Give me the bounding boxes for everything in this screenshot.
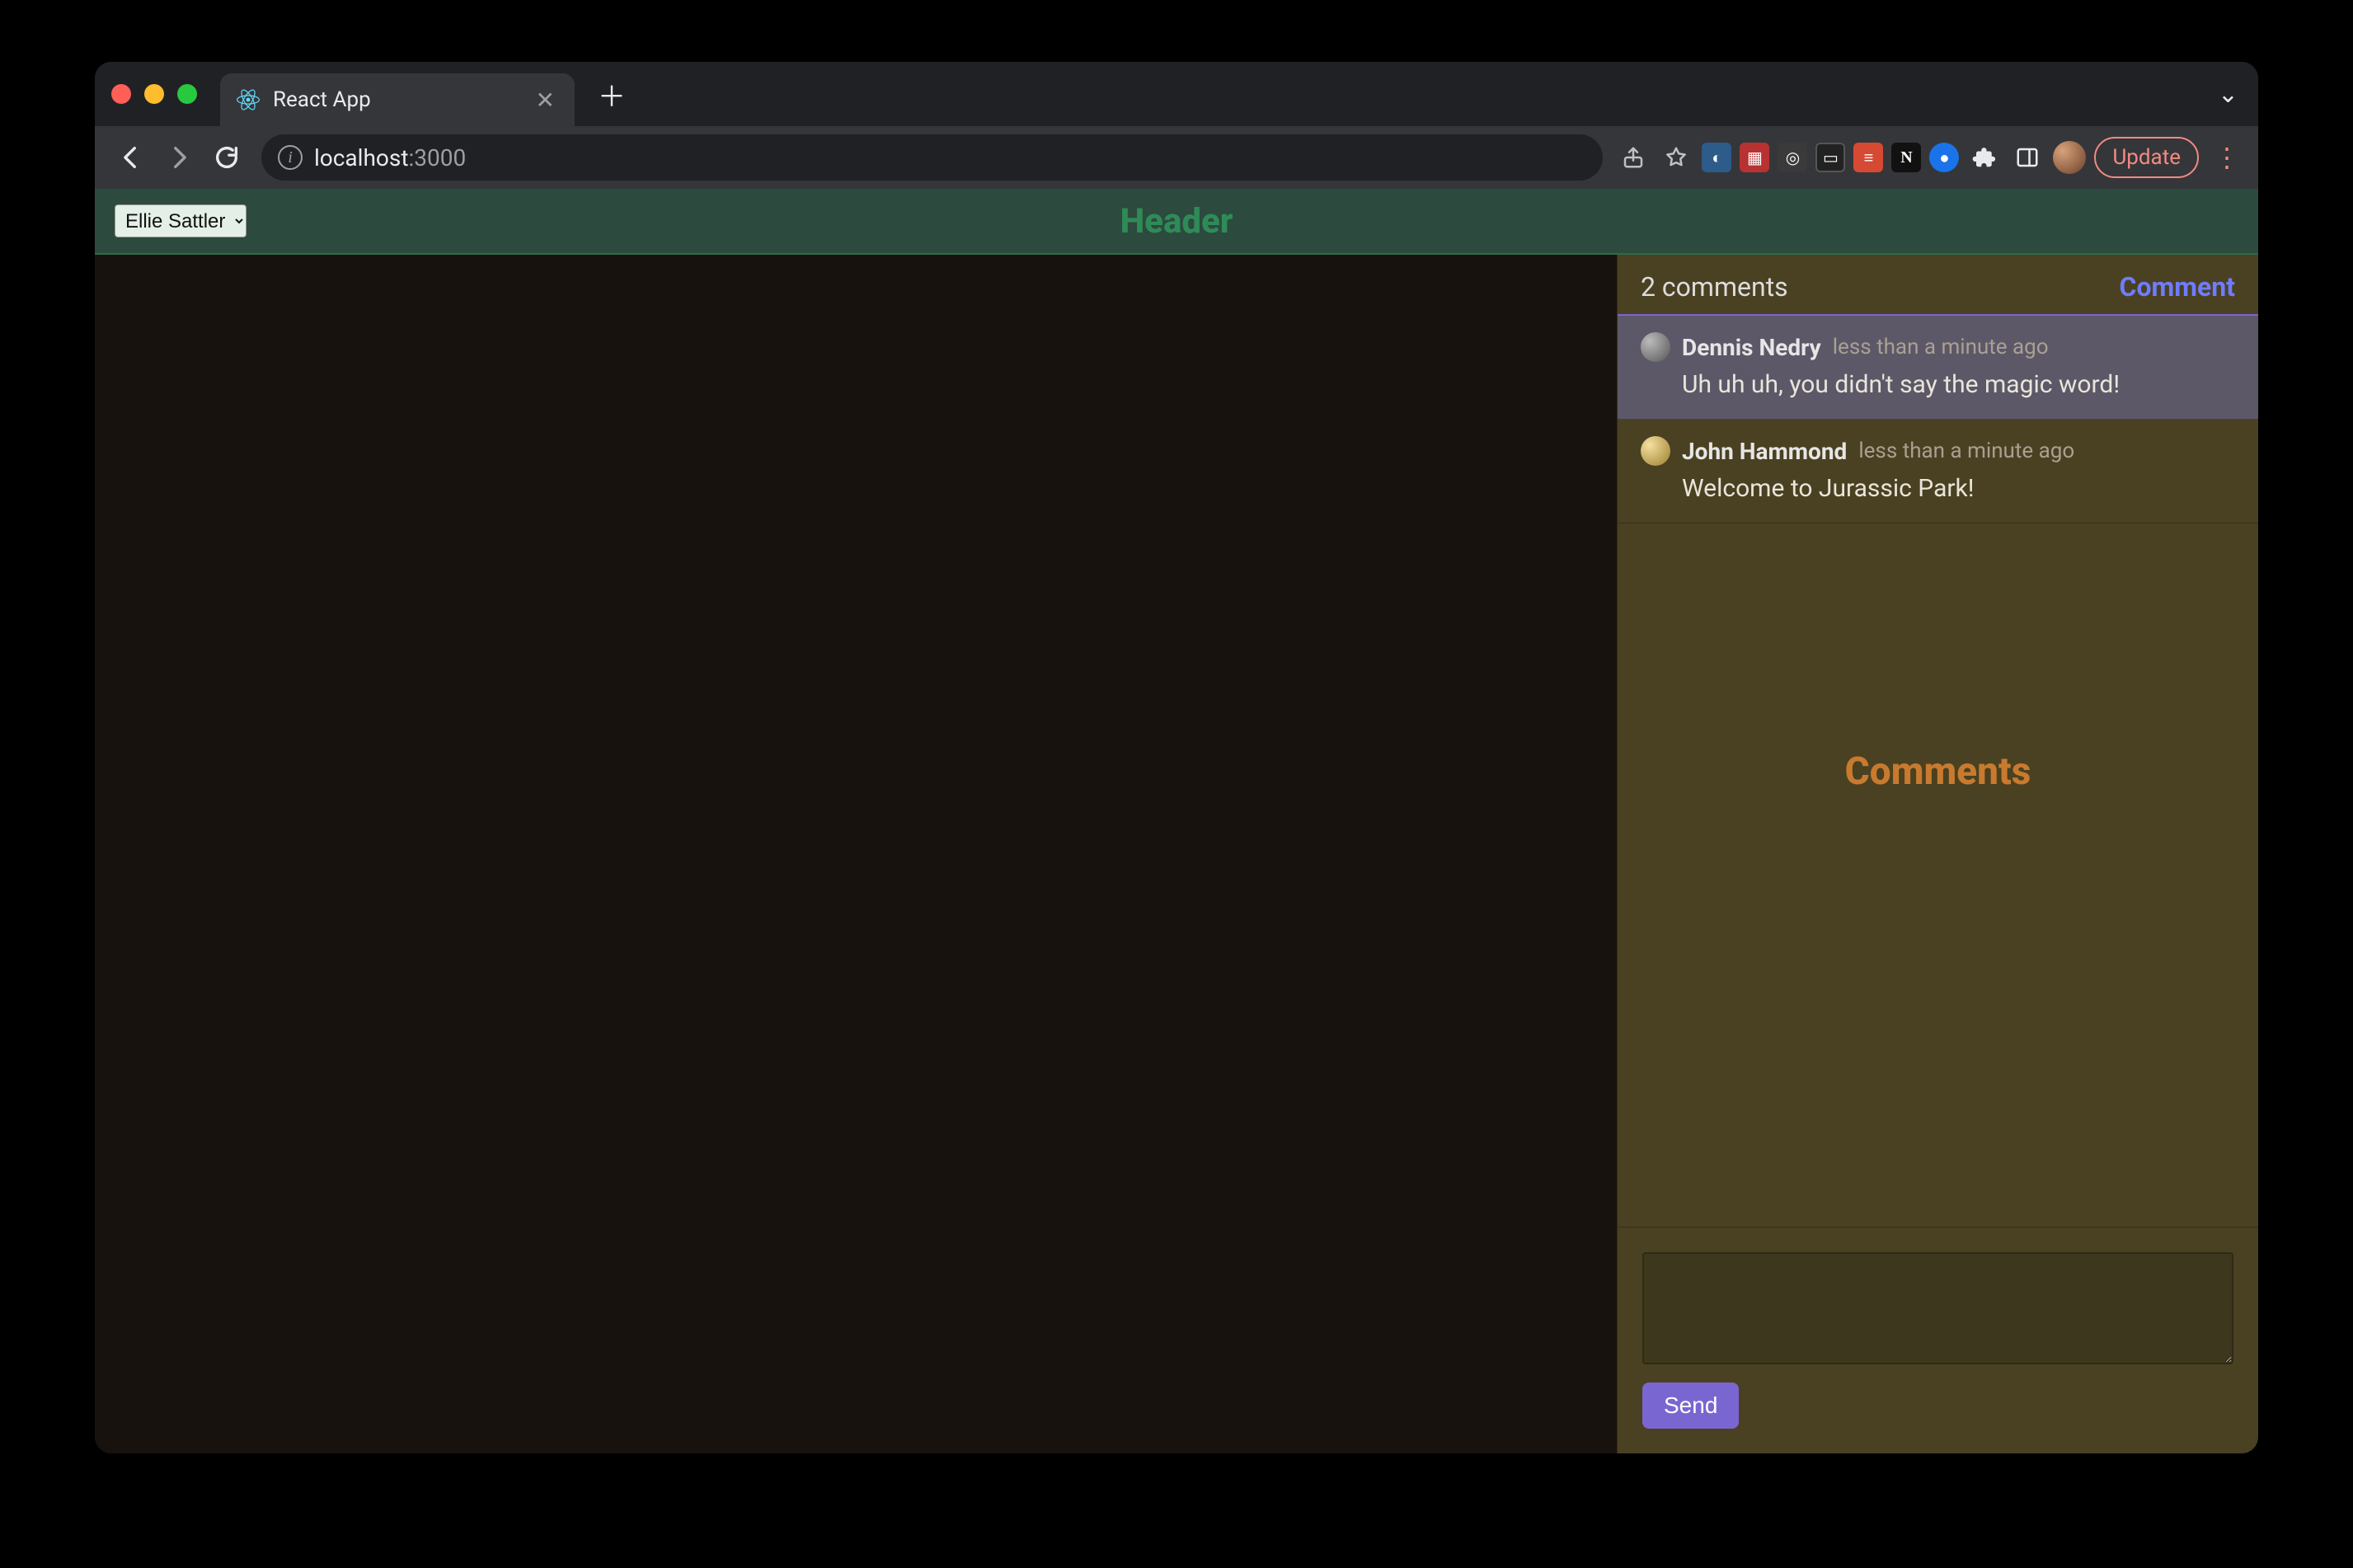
share-icon[interactable] <box>1616 140 1651 175</box>
extension-icon[interactable]: ≡ <box>1853 143 1883 172</box>
comments-panel: 2 comments Comment Dennis Nedry less tha… <box>1617 255 2258 1453</box>
update-button[interactable]: Update <box>2094 137 2199 178</box>
nav-reload-button[interactable] <box>205 136 248 179</box>
tab-strip: React App ✕ ＋ ⌄ <box>95 62 2258 126</box>
comment-item[interactable]: Dennis Nedry less than a minute ago Uh u… <box>1618 316 2258 420</box>
bookmark-star-icon[interactable] <box>1659 140 1693 175</box>
app-body: 2 comments Comment Dennis Nedry less tha… <box>95 255 2258 1453</box>
avatar-icon <box>1641 332 1670 362</box>
extension-icon[interactable]: ◐ <box>1702 143 1731 172</box>
new-tab-button[interactable]: ＋ <box>588 69 636 120</box>
comment-action-link[interactable]: Comment <box>2120 271 2235 303</box>
comment-text: Welcome to Jurassic Park! <box>1682 474 2235 503</box>
extension-icon[interactable]: N <box>1891 143 1921 172</box>
comment-author: Dennis Nedry <box>1682 334 1821 361</box>
browser-tab[interactable]: React App ✕ <box>220 73 575 126</box>
nav-forward-button[interactable] <box>157 136 200 179</box>
user-select[interactable]: Ellie Sattler <box>115 204 247 237</box>
tab-close-icon[interactable]: ✕ <box>531 82 560 119</box>
extensions-puzzle-icon[interactable] <box>1967 140 2002 175</box>
extension-icon[interactable]: ● <box>1929 143 1959 172</box>
browser-window: React App ✕ ＋ ⌄ i localhost:3000 <box>95 62 2258 1453</box>
update-label: Update <box>2112 145 2181 170</box>
comment-compose: Send <box>1618 1227 2258 1453</box>
side-panel-icon[interactable] <box>2010 140 2045 175</box>
comment-author: John Hammond <box>1682 438 1847 465</box>
window-close-button[interactable] <box>111 84 131 104</box>
comments-count: 2 comments <box>1641 271 1788 303</box>
site-info-icon[interactable]: i <box>278 145 303 170</box>
window-minimize-button[interactable] <box>144 84 164 104</box>
url-port: :3000 <box>408 144 466 171</box>
comment-time: less than a minute ago <box>1833 335 2049 359</box>
browser-menu-icon[interactable]: ⋮ <box>2214 142 2240 173</box>
profile-avatar[interactable] <box>2053 141 2086 174</box>
app-viewport: Ellie Sattler Header 2 comments Comment <box>95 189 2258 1453</box>
react-favicon-icon <box>235 87 261 113</box>
extension-icon[interactable]: ◎ <box>1778 143 1807 172</box>
url-text: localhost:3000 <box>314 144 466 171</box>
comment-item[interactable]: John Hammond less than a minute ago Welc… <box>1618 420 2258 523</box>
comment-meta: Dennis Nedry less than a minute ago <box>1641 332 2235 362</box>
comment-meta: John Hammond less than a minute ago <box>1641 436 2235 466</box>
avatar-icon <box>1641 436 1670 466</box>
address-bar[interactable]: i localhost:3000 <box>261 134 1603 181</box>
send-button[interactable]: Send <box>1642 1383 1739 1429</box>
app-header: Ellie Sattler Header <box>95 189 2258 255</box>
main-content <box>95 255 1617 1453</box>
toolbar-right: ◐ ▦ ◎ ▭ ≡ N ● Update ⋮ <box>1616 137 2243 178</box>
comment-text: Uh uh uh, you didn't say the magic word! <box>1682 370 2235 399</box>
comment-time: less than a minute ago <box>1858 439 2074 463</box>
comments-watermark: Comments <box>1618 749 2258 794</box>
window-controls <box>111 84 197 104</box>
browser-toolbar: i localhost:3000 ◐ ▦ ◎ ▭ ≡ N ● <box>95 126 2258 189</box>
comments-header: 2 comments Comment <box>1618 255 2258 316</box>
nav-back-button[interactable] <box>110 136 153 179</box>
extension-icon[interactable]: ▦ <box>1740 143 1769 172</box>
page-title: Header <box>95 201 2258 242</box>
window-zoom-button[interactable] <box>177 84 197 104</box>
comments-list[interactable]: Dennis Nedry less than a minute ago Uh u… <box>1618 316 2258 1227</box>
url-host: localhost <box>314 144 408 171</box>
tab-title: React App <box>273 87 371 112</box>
extension-icon[interactable]: ▭ <box>1815 143 1845 172</box>
tabs-dropdown-icon[interactable]: ⌄ <box>2218 80 2238 109</box>
comment-input[interactable] <box>1642 1252 2233 1364</box>
